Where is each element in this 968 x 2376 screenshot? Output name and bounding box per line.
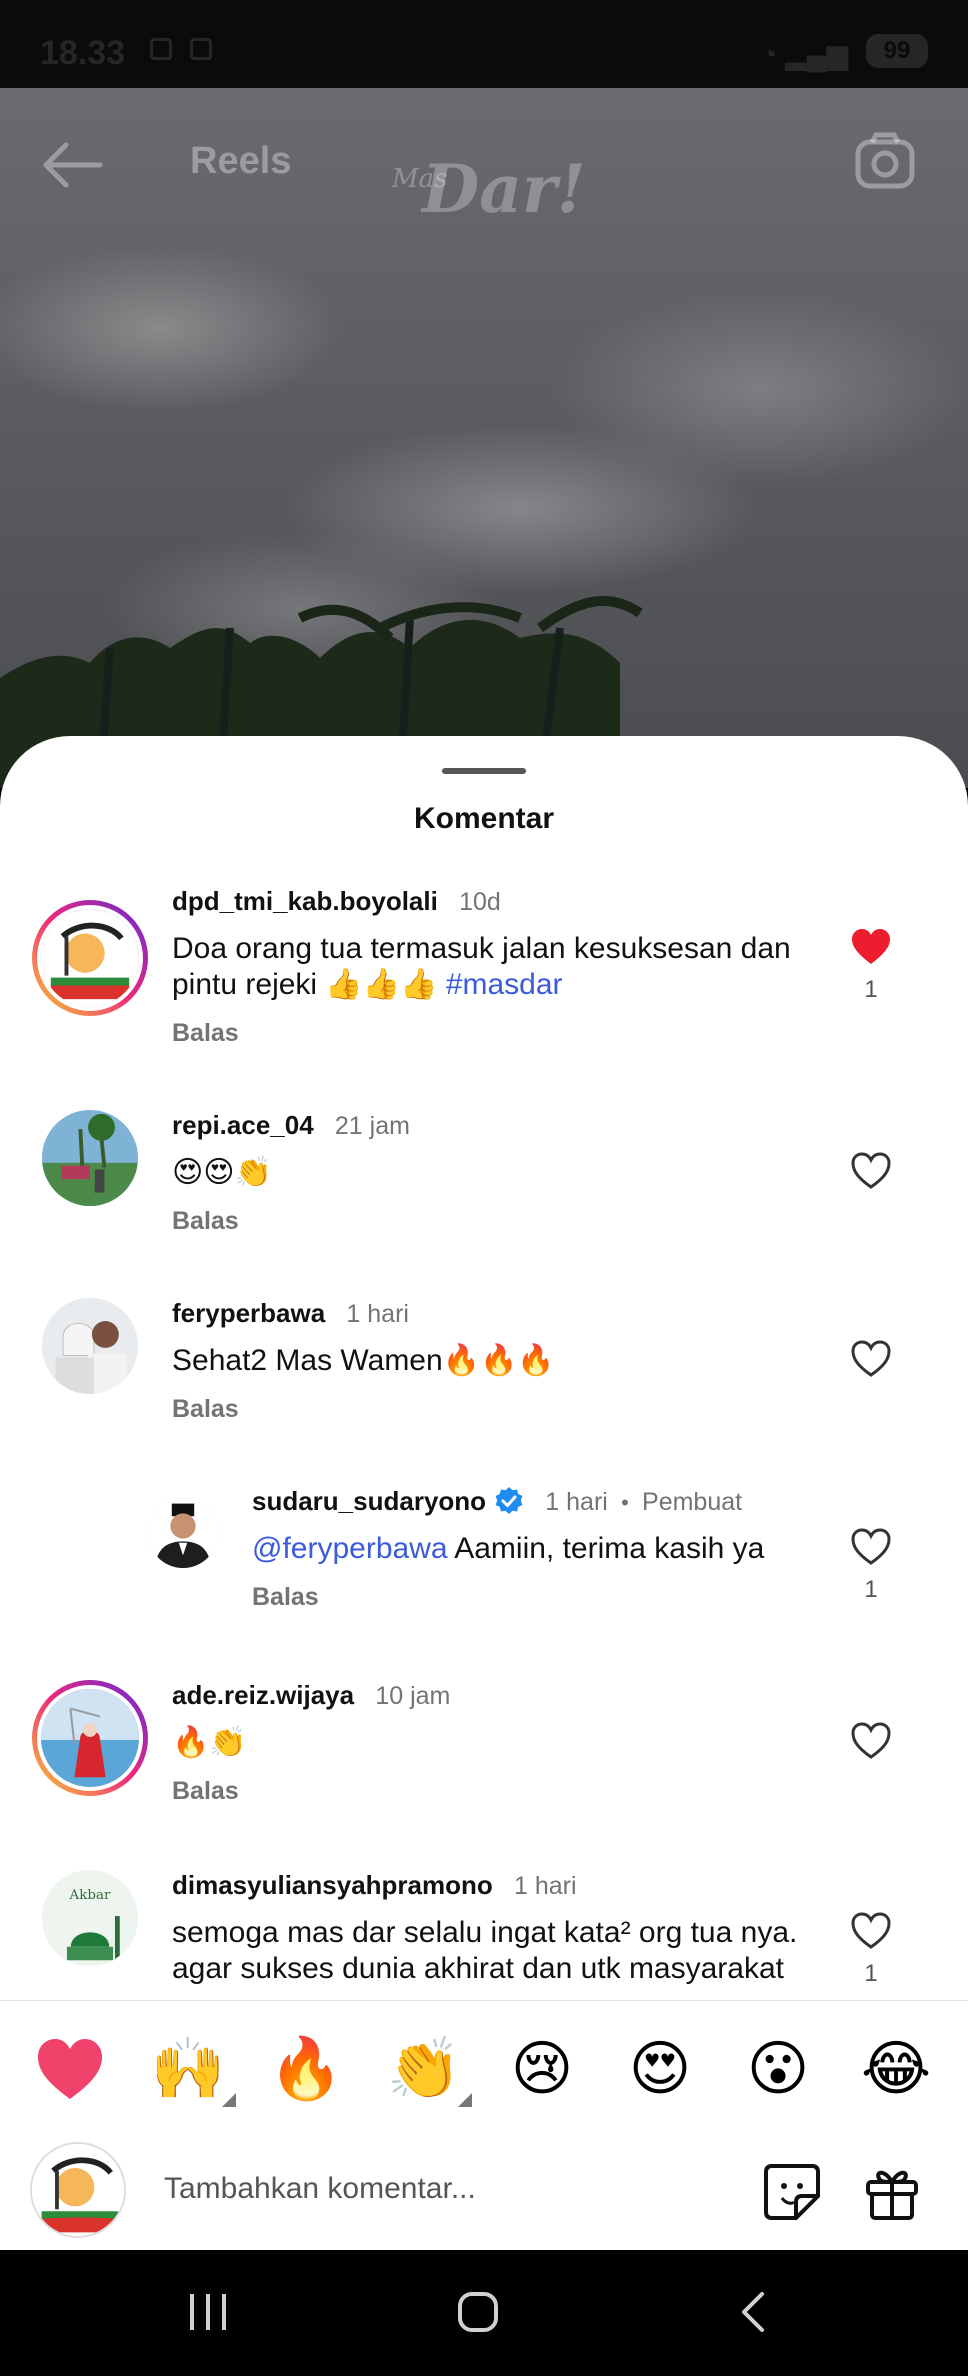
comment-input[interactable]: Tambahkan komentar... xyxy=(164,2172,476,2206)
emoji-reaction-bar: 🙌 🔥 👏 😢 😍 😮 😂 xyxy=(0,2000,968,2130)
comment-time: 10 jam xyxy=(375,1682,451,1710)
heart-icon[interactable] xyxy=(850,1340,892,1378)
verified-badge-icon xyxy=(495,1487,523,1514)
sticker-icon[interactable] xyxy=(762,2162,822,2222)
comments-list[interactable]: dpd_tmi_kab.boyolali 10d Doa orang tua t… xyxy=(0,886,968,2000)
emoji-surprised[interactable]: 😮 xyxy=(740,2031,816,2107)
mention-link[interactable]: @feryperbawa xyxy=(252,1532,448,1565)
comment-time: 1 hari xyxy=(346,1300,409,1328)
skin-tone-indicator xyxy=(458,2093,472,2107)
logo-watermark: Dar! xyxy=(422,150,586,228)
heart-icon[interactable] xyxy=(850,1722,892,1760)
home-icon[interactable] xyxy=(456,2290,500,2334)
avatar[interactable] xyxy=(148,1498,218,1568)
reels-title: Reels xyxy=(190,140,292,182)
comment-text: 😍😍👏 xyxy=(172,1156,272,1189)
like-control xyxy=(816,1722,926,1760)
avatar-photo xyxy=(41,1689,139,1787)
like-count: 1 xyxy=(864,976,878,1003)
skin-tone-indicator xyxy=(222,2093,236,2107)
like-control xyxy=(816,1340,926,1378)
like-control xyxy=(816,1152,926,1190)
svg-text:Akbar: Akbar xyxy=(69,1888,111,1903)
avatar-photo xyxy=(148,1498,218,1568)
like-count: 1 xyxy=(864,1960,878,1987)
comment-username[interactable]: dimasyuliansyahpramono xyxy=(172,1870,493,1900)
comment-text: Doa orang tua termasuk jalan kesuksesan … xyxy=(172,932,791,1001)
avatar[interactable] xyxy=(42,1298,138,1394)
camera-icon[interactable] xyxy=(854,132,916,190)
comment-text: Sehat2 Mas Wamen🔥🔥🔥 xyxy=(172,1344,555,1377)
comment-time: 1 hari xyxy=(514,1872,577,1900)
like-control: 1 xyxy=(816,928,926,1004)
heart-emoji-icon xyxy=(38,2039,102,2099)
comment-text: @feryperbawa Aamiin, terima kasih ya xyxy=(252,1532,765,1565)
battery-icon: 99 xyxy=(866,34,928,68)
current-user-avatar xyxy=(30,2142,126,2238)
recents-icon[interactable] xyxy=(186,2290,230,2334)
comment-username[interactable]: dpd_tmi_kab.boyolali xyxy=(172,886,438,916)
heart-icon[interactable] xyxy=(850,1528,892,1566)
creator-label: Pembuat xyxy=(642,1488,743,1516)
emoji-heart-eyes[interactable]: 😍 xyxy=(622,2031,698,2107)
drag-handle[interactable] xyxy=(442,768,526,774)
hashtag-link[interactable]: #masdar xyxy=(446,968,563,1001)
reply-button[interactable]: Balas xyxy=(252,1583,818,1612)
reply-button[interactable]: Balas xyxy=(172,1019,818,1048)
status-time: 18.33 xyxy=(40,34,126,72)
like-control: 1 xyxy=(816,1528,926,1604)
comment-input-bar: Tambahkan komentar... xyxy=(0,2130,968,2250)
avatar[interactable]: Akbar xyxy=(42,1870,138,1966)
back-arrow-icon[interactable] xyxy=(40,140,104,190)
like-count: 1 xyxy=(864,1576,878,1603)
avatar-photo xyxy=(42,1110,138,1206)
like-control: 1 xyxy=(816,1912,926,1988)
gift-icon[interactable] xyxy=(862,2162,922,2222)
comment-time: 10d xyxy=(459,888,501,916)
emoji-fire[interactable]: 🔥 xyxy=(268,2031,344,2107)
avatar-photo: Akbar xyxy=(42,1870,138,1966)
app-notification-icon xyxy=(190,38,212,60)
comment-text: 🔥👏 xyxy=(172,1726,247,1759)
comment-time: 1 hari xyxy=(545,1488,608,1516)
tani-merdeka-logo xyxy=(41,909,139,1007)
emoji-raised-hands[interactable]: 🙌 xyxy=(150,2031,226,2107)
sheet-title: Komentar xyxy=(413,802,555,835)
comment-text: semoga mas dar selalu ingat kata² org tu… xyxy=(172,1916,798,1985)
avatar-photo xyxy=(42,1298,138,1394)
comment-username[interactable]: ade.reiz.wijaya xyxy=(172,1680,354,1710)
comment-username[interactable]: repi.ace_04 xyxy=(172,1110,314,1140)
comment-time: 21 jam xyxy=(334,1112,410,1140)
heart-icon[interactable] xyxy=(850,1912,892,1950)
tiktok-notification-icon xyxy=(150,38,172,60)
heart-icon[interactable] xyxy=(850,1152,892,1190)
avatar[interactable] xyxy=(32,900,148,1016)
emoji-laughing[interactable]: 😂 xyxy=(858,2031,934,2107)
system-nav-bar xyxy=(0,2250,968,2376)
status-bar: 18.33 ◔ ▂▄▆ 99 xyxy=(0,0,968,88)
reply-button[interactable]: Balas xyxy=(172,1395,818,1424)
heart-icon[interactable] xyxy=(850,928,892,966)
reply-button[interactable]: Balas xyxy=(172,1207,818,1236)
emoji-crying[interactable]: 😢 xyxy=(504,2031,580,2107)
wifi-signal-icon: ◔ ▂▄▆ xyxy=(760,39,848,70)
nav-back-icon[interactable] xyxy=(732,2290,776,2334)
comments-sheet: Komentar dpd_tmi_kab.boyolali 10d Doa or… xyxy=(0,736,968,2250)
avatar[interactable] xyxy=(42,1110,138,1206)
emoji-clap[interactable]: 👏 xyxy=(386,2031,462,2107)
avatar[interactable] xyxy=(32,1680,148,1796)
separator-dot: • xyxy=(621,1490,629,1515)
emoji-heart[interactable] xyxy=(32,2031,108,2107)
tani-merdeka-logo xyxy=(32,2144,124,2236)
comment-username[interactable]: feryperbawa xyxy=(172,1298,325,1328)
reply-button[interactable]: Balas xyxy=(172,1777,818,1806)
comment-username[interactable]: sudaru_sudaryono xyxy=(252,1486,486,1516)
